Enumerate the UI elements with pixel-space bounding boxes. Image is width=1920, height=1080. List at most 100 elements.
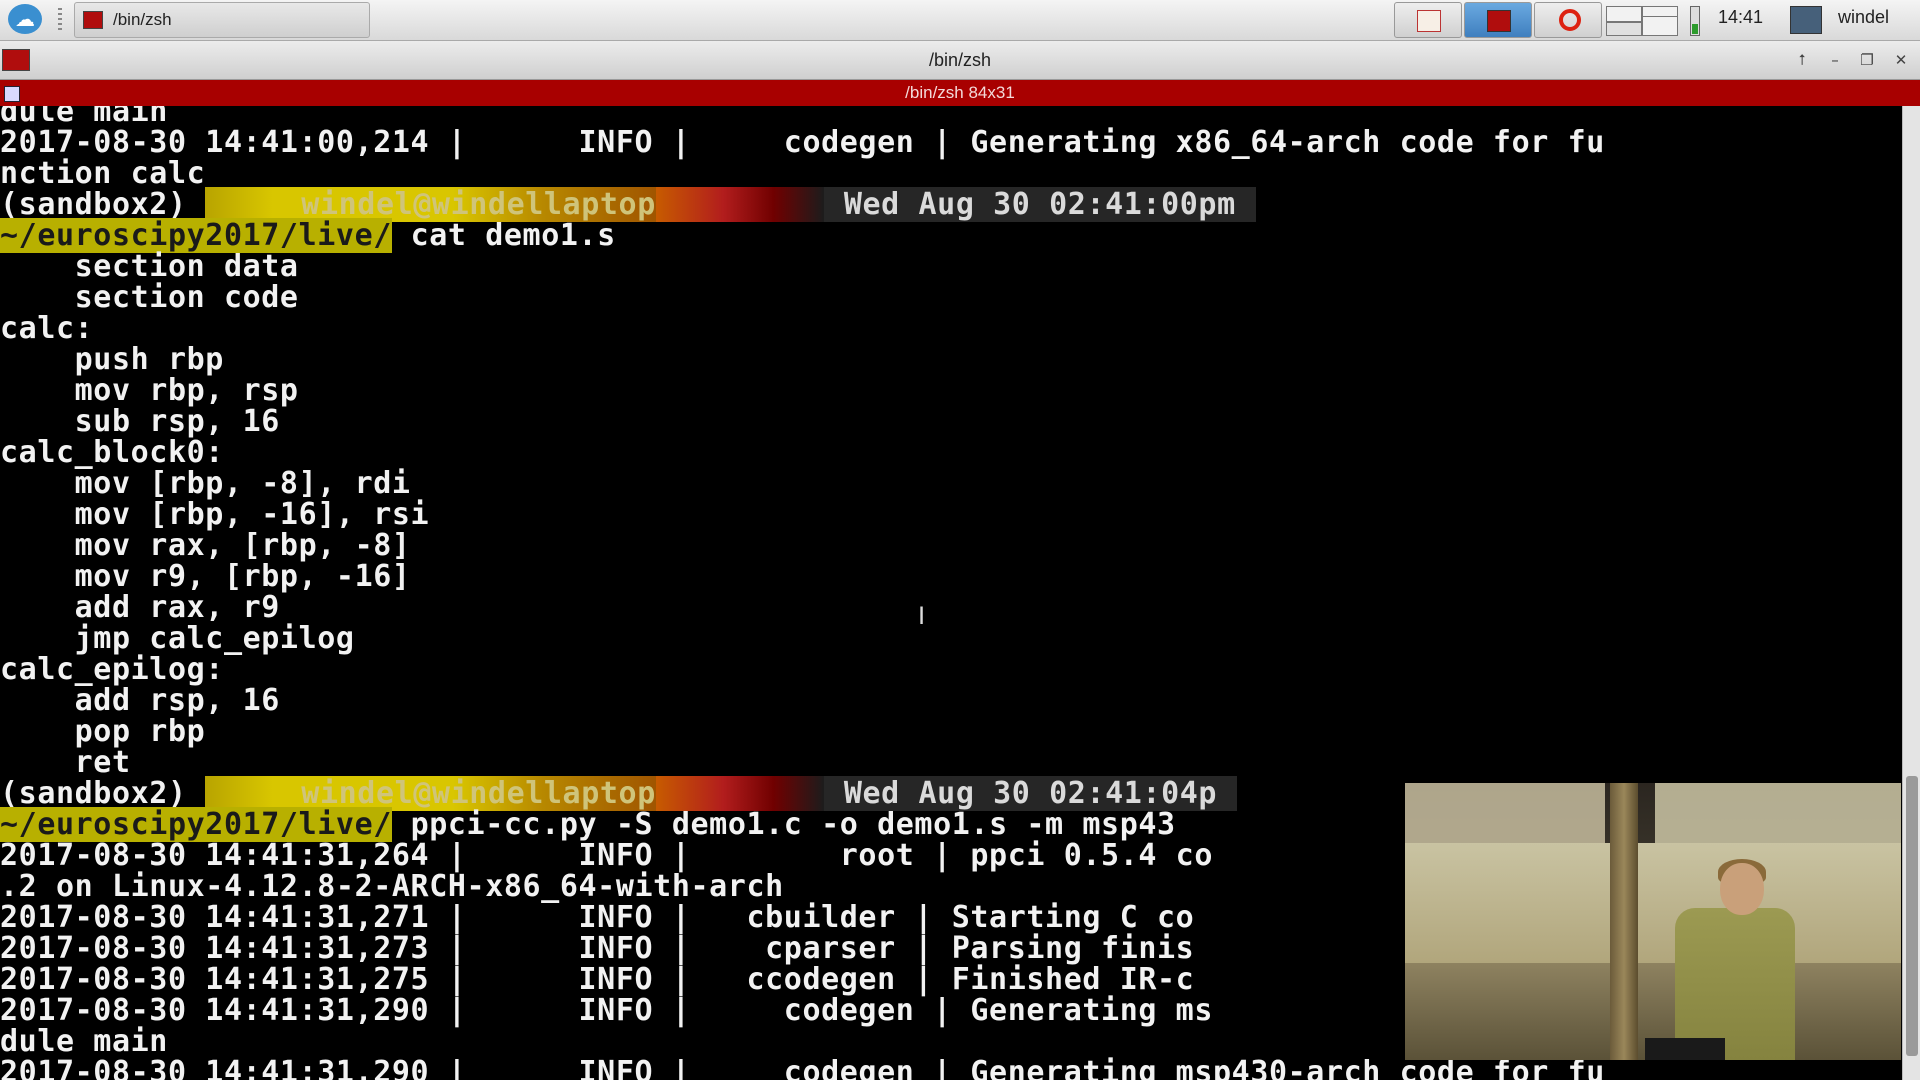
terminal-line-text: calc_epilog: — [0, 652, 224, 687]
terminal-line: sub rsp, 16 — [0, 406, 280, 437]
tray-launcher-opera[interactable] — [1534, 2, 1602, 38]
terminal-line: calc_block0: — [0, 437, 224, 468]
terminal-line: nction calc — [0, 158, 205, 189]
clock[interactable]: 14:41 — [1718, 7, 1763, 28]
terminal-line-text: ret — [0, 745, 131, 780]
terminal-line: calc_epilog: — [0, 654, 224, 685]
terminal-line: section code — [0, 282, 299, 313]
prompt-cwd: ~/euroscipy2017/live/ — [0, 218, 392, 253]
taskbar-task-terminal[interactable]: /bin/zsh — [74, 2, 370, 38]
maximize-button[interactable]: ❐ — [1858, 51, 1876, 69]
app-menu-icon[interactable]: ☁ — [8, 4, 42, 34]
network-icon[interactable] — [1790, 6, 1822, 34]
prompt-date: Wed Aug 30 02:41:00pm — [823, 187, 1256, 222]
terminal-line: dule main — [0, 1026, 168, 1057]
terminal-line: jmp calc_epilog — [0, 623, 355, 654]
speaker-laptop — [1645, 1038, 1725, 1060]
terminal-line-text: push rbp — [0, 342, 224, 377]
terminal-line-text: add rax, r9 — [0, 590, 280, 625]
terminal-line: 2017-08-30 14:41:31,271 | INFO | cbuilde… — [0, 902, 1194, 933]
text-cursor-icon: I — [918, 602, 926, 630]
terminal-line-text: calc_block0: — [0, 435, 224, 470]
terminal-line: mov [rbp, -16], rsi — [0, 499, 429, 530]
terminal-line-text: 2017-08-30 14:41:31,290 | INFO | codegen… — [0, 993, 1213, 1028]
terminal-line: 2017-08-30 14:41:31,264 | INFO | root | … — [0, 840, 1213, 871]
battery-icon — [1690, 6, 1700, 36]
terminal-line: ret — [0, 747, 131, 778]
terminal-icon — [83, 11, 103, 29]
terminal-scrollbar[interactable] — [1902, 106, 1920, 1080]
terminal-line-text: nction calc — [0, 156, 206, 191]
video-wall — [1405, 843, 1901, 963]
terminal-line: section data — [0, 251, 299, 282]
workspace-switcher[interactable] — [1604, 4, 1680, 36]
scrollbar-thumb[interactable] — [1906, 776, 1918, 1056]
terminal-line-text: mov [rbp, -8], rdi — [0, 466, 411, 501]
terminal-line: add rax, r9 — [0, 592, 280, 623]
prompt-spacer — [187, 776, 206, 811]
terminal-line-text: 2017-08-30 14:41:00,214 | INFO | codegen… — [0, 125, 1605, 160]
prompt-date: Wed Aug 30 02:41:04p — [823, 776, 1238, 811]
terminal-line-text: 2017-08-30 14:41:31,290 | INFO | codegen… — [0, 1055, 1605, 1080]
terminal-line: mov rbp, rsp — [0, 375, 299, 406]
keep-above-button[interactable]: ⭡ — [1793, 51, 1811, 69]
video-pillar — [1610, 783, 1638, 1060]
prompt-virtualenv: (sandbox2) — [0, 776, 187, 811]
user-name[interactable]: windel — [1838, 7, 1889, 28]
speaker-head — [1720, 863, 1764, 915]
minimize-button[interactable]: – — [1826, 51, 1844, 69]
taskbar: ☁ /bin/zsh 14:41 windel — [0, 0, 1920, 41]
window-title: /bin/zsh — [928, 50, 992, 70]
document-icon — [1417, 10, 1441, 32]
terminal-line: push rbp — [0, 344, 224, 375]
terminal-line: (sandbox2) windel@windellaptop Wed Aug 3… — [0, 187, 1256, 222]
terminal-line-text: 2017-08-30 14:41:31,264 | INFO | root | … — [0, 838, 1213, 873]
terminal-line: ~/euroscipy2017/live/ cat demo1.s — [0, 218, 616, 253]
terminal-line: 2017-08-30 14:41:31,273 | INFO | cparser… — [0, 933, 1194, 964]
terminal-line: 2017-08-30 14:41:31,290 | INFO | codegen… — [0, 995, 1213, 1026]
speaker-video-overlay — [1405, 783, 1901, 1060]
terminal-line-text: mov r9, [rbp, -16] — [0, 559, 411, 594]
window-titlebar[interactable]: /bin/zsh ⭡ – ❐ ✕ — [0, 41, 1920, 80]
video-whiteboard — [1405, 783, 1605, 843]
terminal-line: ~/euroscipy2017/live/ ppci-cc.py -S demo… — [0, 807, 1176, 842]
terminal-line: mov rax, [rbp, -8] — [0, 530, 411, 561]
terminal-line-text: sub rsp, 16 — [0, 404, 280, 439]
terminal-line-text: calc: — [0, 311, 94, 346]
terminal-line-text: 2017-08-30 14:41:31,271 | INFO | cbuilde… — [0, 900, 1195, 935]
prompt-command: ppci-cc.py -S demo1.c -o demo1.s -m msp4… — [391, 807, 1176, 842]
terminal-line-text: section data — [0, 249, 299, 284]
terminal-line-text: dule main — [0, 1024, 168, 1059]
terminal-line: 2017-08-30 14:41:00,214 | INFO | codegen… — [0, 127, 1605, 158]
terminal-line-text: section code — [0, 280, 299, 315]
prompt-separator — [655, 776, 824, 811]
terminal-line-text: .2 on Linux-4.12.8-2-ARCH-x86_64-with-ar… — [0, 869, 784, 904]
terminal-line-text: jmp calc_epilog — [0, 621, 355, 656]
terminal-line-text: mov [rbp, -16], rsi — [0, 497, 430, 532]
prompt-user-host: windel@windellaptop — [205, 187, 656, 222]
terminal-line-text: add rsp, 16 — [0, 683, 280, 718]
terminal-line-text: mov rax, [rbp, -8] — [0, 528, 411, 563]
taskbar-grip — [58, 8, 62, 32]
terminal-line: mov r9, [rbp, -16] — [0, 561, 411, 592]
terminal-line-text: 2017-08-30 14:41:31,273 | INFO | cparser… — [0, 931, 1195, 966]
terminal-line: 2017-08-30 14:41:31,275 | INFO | ccodege… — [0, 964, 1194, 995]
taskbar-task-label: /bin/zsh — [113, 10, 172, 29]
prompt-virtualenv: (sandbox2) — [0, 187, 187, 222]
terminal-tab-title: /bin/zsh 84x31 — [905, 83, 1015, 102]
terminal-line-text: mov rbp, rsp — [0, 373, 299, 408]
tray-launcher-terminal[interactable] — [1464, 2, 1532, 38]
terminal-line: pop rbp — [0, 716, 205, 747]
terminal-icon — [1487, 10, 1511, 32]
terminal-line: add rsp, 16 — [0, 685, 280, 716]
terminal-line: .2 on Linux-4.12.8-2-ARCH-x86_64-with-ar… — [0, 871, 784, 902]
terminal-tab-bar: /bin/zsh 84x31 — [0, 80, 1920, 106]
prompt-spacer — [187, 187, 206, 222]
prompt-cwd: ~/euroscipy2017/live/ — [0, 807, 392, 842]
tray-launcher-1[interactable] — [1394, 2, 1462, 38]
prompt-separator — [655, 187, 824, 222]
terminal-line: dule main — [0, 106, 168, 127]
close-button[interactable]: ✕ — [1892, 51, 1910, 69]
terminal-line: (sandbox2) windel@windellaptop Wed Aug 3… — [0, 776, 1238, 811]
prompt-command: cat demo1.s — [391, 218, 616, 253]
